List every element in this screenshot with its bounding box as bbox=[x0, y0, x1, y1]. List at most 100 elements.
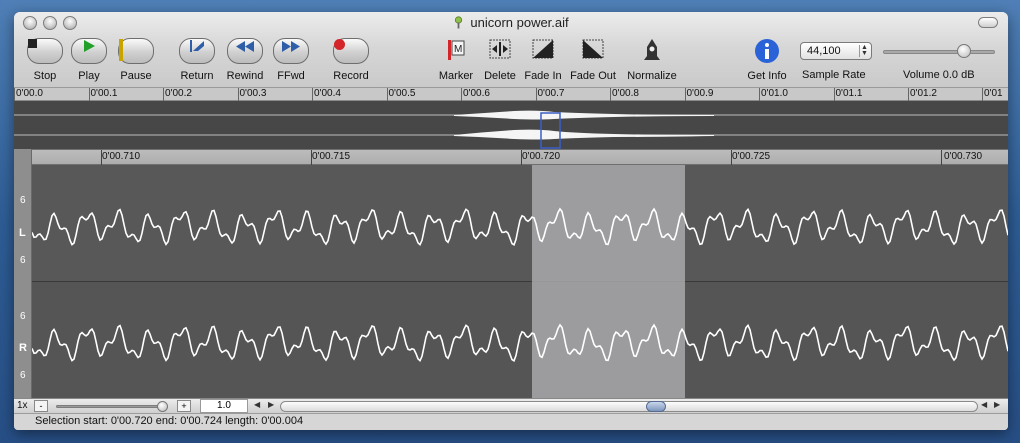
selection-region bbox=[532, 165, 685, 399]
zoom-in-button[interactable]: + bbox=[177, 400, 191, 412]
overview-tick-mark bbox=[461, 88, 462, 101]
volume-slider-knob[interactable] bbox=[956, 44, 971, 58]
horizontal-scrollbar[interactable] bbox=[280, 401, 978, 412]
left-scale-bottom: 6 bbox=[20, 255, 26, 266]
detail-tick-mark bbox=[101, 150, 102, 165]
record-button[interactable]: Record bbox=[320, 38, 382, 92]
return-icon bbox=[179, 38, 215, 64]
play-icon bbox=[71, 38, 107, 64]
selection-status-text: Selection start: 0'00.720 end: 0'00.724 … bbox=[35, 415, 304, 427]
overview-tick-mark bbox=[312, 88, 313, 101]
overview-tick-mark bbox=[833, 88, 835, 101]
zoom-slider[interactable] bbox=[56, 405, 168, 408]
toolbar: unicorn power.aif Stop Play Pause Return… bbox=[14, 12, 1008, 94]
pause-icon bbox=[118, 38, 154, 64]
zoom-scroll-bar: 1x - + 1.0 ◀ ▶ ◀ ▶ bbox=[14, 398, 1008, 414]
scroll-right-end-arrow-icon[interactable]: ▶ bbox=[994, 400, 1000, 409]
stepper-icon[interactable]: ▲ ▼ bbox=[859, 44, 869, 57]
scroll-left-arrow-icon[interactable]: ◀ bbox=[254, 400, 260, 409]
normalize-label: Normalize bbox=[627, 70, 677, 82]
record-label: Record bbox=[333, 70, 369, 82]
get-info-button[interactable]: Get Info bbox=[736, 38, 798, 92]
zoom-level-label: 1x bbox=[17, 400, 28, 411]
window-title: unicorn power.aif bbox=[14, 15, 1008, 30]
left-scale-top: 6 bbox=[20, 195, 26, 206]
svg-text:M: M bbox=[454, 44, 462, 55]
overview-tick-label: 0'00.1 bbox=[90, 88, 118, 99]
overview-tick-mark bbox=[88, 88, 90, 101]
pause-button[interactable]: Pause bbox=[105, 38, 167, 92]
status-bar: Selection start: 0'00.720 end: 0'00.724 … bbox=[14, 414, 1008, 430]
overview-tick-label: 0'00.3 bbox=[239, 88, 267, 99]
overview-tick-mark bbox=[684, 88, 686, 101]
left-channel-label: L bbox=[19, 227, 26, 239]
overview-tick-label: 0'01.2 bbox=[910, 88, 937, 99]
fast-forward-icon bbox=[273, 38, 309, 64]
overview-tick-label: 0'00.2 bbox=[165, 88, 192, 99]
fade-out-label: Fade Out bbox=[570, 70, 616, 82]
get-info-label: Get Info bbox=[747, 70, 787, 82]
overview-tick-label: 0'01.1 bbox=[835, 88, 863, 99]
right-scale-top: 6 bbox=[20, 311, 26, 322]
detail-tick-label: 0'00.730 bbox=[944, 151, 983, 162]
scrollbar-thumb[interactable] bbox=[646, 401, 666, 412]
audio-editor-window: unicorn power.aif Stop Play Pause Return… bbox=[14, 12, 1008, 430]
overview-tick-label: 0'01.0 bbox=[761, 88, 788, 99]
right-track bbox=[32, 282, 1008, 399]
volume-slider[interactable] bbox=[883, 50, 995, 54]
overview-tick-label: 0'00.8 bbox=[612, 88, 639, 99]
overview-time-ruler[interactable]: 0'00.0 0'00.1 0'00.2 0'00.3 0'00.4 0'00.5 0'00… bbox=[14, 87, 1008, 101]
overview-tick-mark bbox=[982, 88, 983, 101]
overview-tick-label: 0'00.7 bbox=[537, 88, 565, 99]
detail-tick-label: 0'00.725 bbox=[732, 151, 771, 162]
detail-tick-label: 0'00.715 bbox=[312, 151, 351, 162]
overview-tick-mark bbox=[535, 88, 537, 101]
sample-rate-label: Sample Rate bbox=[802, 69, 866, 81]
detail-tick-label: 0'00.720 bbox=[522, 151, 561, 162]
detail-tick-mark bbox=[311, 150, 312, 165]
rewind-icon bbox=[227, 38, 263, 64]
audio-file-icon bbox=[455, 16, 463, 29]
detail-tick-label: 0'00.710 bbox=[102, 151, 141, 162]
fast-forward-button[interactable]: FFwd bbox=[260, 38, 322, 92]
scroll-right-arrow-icon[interactable]: ▶ bbox=[268, 400, 274, 409]
fade-out-icon bbox=[575, 38, 611, 64]
overview-tick-mark bbox=[759, 88, 760, 101]
fade-in-icon bbox=[525, 38, 561, 64]
scroll-left-end-arrow-icon[interactable]: ◀ bbox=[981, 400, 987, 409]
waveform-tracks[interactable] bbox=[32, 165, 1008, 399]
record-icon bbox=[333, 38, 369, 64]
sample-rate-value: 44,100 bbox=[807, 45, 841, 57]
sample-rate-select[interactable]: 44,100 ▲ ▼ bbox=[800, 42, 872, 60]
detail-tick-mark bbox=[941, 150, 942, 165]
overview-tick-label: 0'00.0 bbox=[16, 88, 43, 99]
overview-tick-label: 0'00.6 bbox=[463, 88, 490, 99]
overview-tick-label: 0'01 bbox=[984, 88, 1003, 99]
overview-tick-mark bbox=[163, 88, 164, 101]
zoom-out-icon: - bbox=[39, 401, 43, 411]
normalize-button[interactable]: Normalize bbox=[621, 38, 683, 92]
volume-label: Volume 0.0 dB bbox=[903, 69, 975, 81]
overview-waveform[interactable] bbox=[14, 101, 1008, 149]
overview-tick-mark bbox=[908, 88, 909, 101]
overview-tick-label: 0'00.4 bbox=[314, 88, 341, 99]
fade-out-button[interactable]: Fade Out bbox=[562, 38, 624, 92]
overview-tick-mark bbox=[610, 88, 611, 101]
fast-forward-label: FFwd bbox=[277, 70, 305, 82]
overview-tick-mark bbox=[386, 88, 388, 101]
detail-tick-mark bbox=[521, 150, 522, 165]
overview-tick-mark bbox=[237, 88, 239, 101]
zoom-slider-knob[interactable] bbox=[157, 401, 168, 412]
detail-tick-mark bbox=[731, 150, 732, 165]
toolbar-toggle-button[interactable] bbox=[978, 17, 998, 28]
info-icon bbox=[749, 38, 785, 64]
overview-tick-label: 0'00.5 bbox=[388, 88, 416, 99]
window-title-text: unicorn power.aif bbox=[470, 15, 569, 30]
overview-tick-label: 0'00.9 bbox=[686, 88, 714, 99]
zoom-out-button[interactable]: - bbox=[34, 400, 48, 412]
right-channel-label: R bbox=[19, 342, 27, 354]
detail-time-ruler[interactable]: 0'00.710 0'00.715 0'00.720 0'00.725 0'00.730 bbox=[32, 149, 1008, 165]
overview-tick-mark bbox=[14, 88, 15, 101]
zoom-in-icon: + bbox=[181, 401, 187, 411]
zoom-value-field[interactable]: 1.0 bbox=[200, 399, 248, 413]
